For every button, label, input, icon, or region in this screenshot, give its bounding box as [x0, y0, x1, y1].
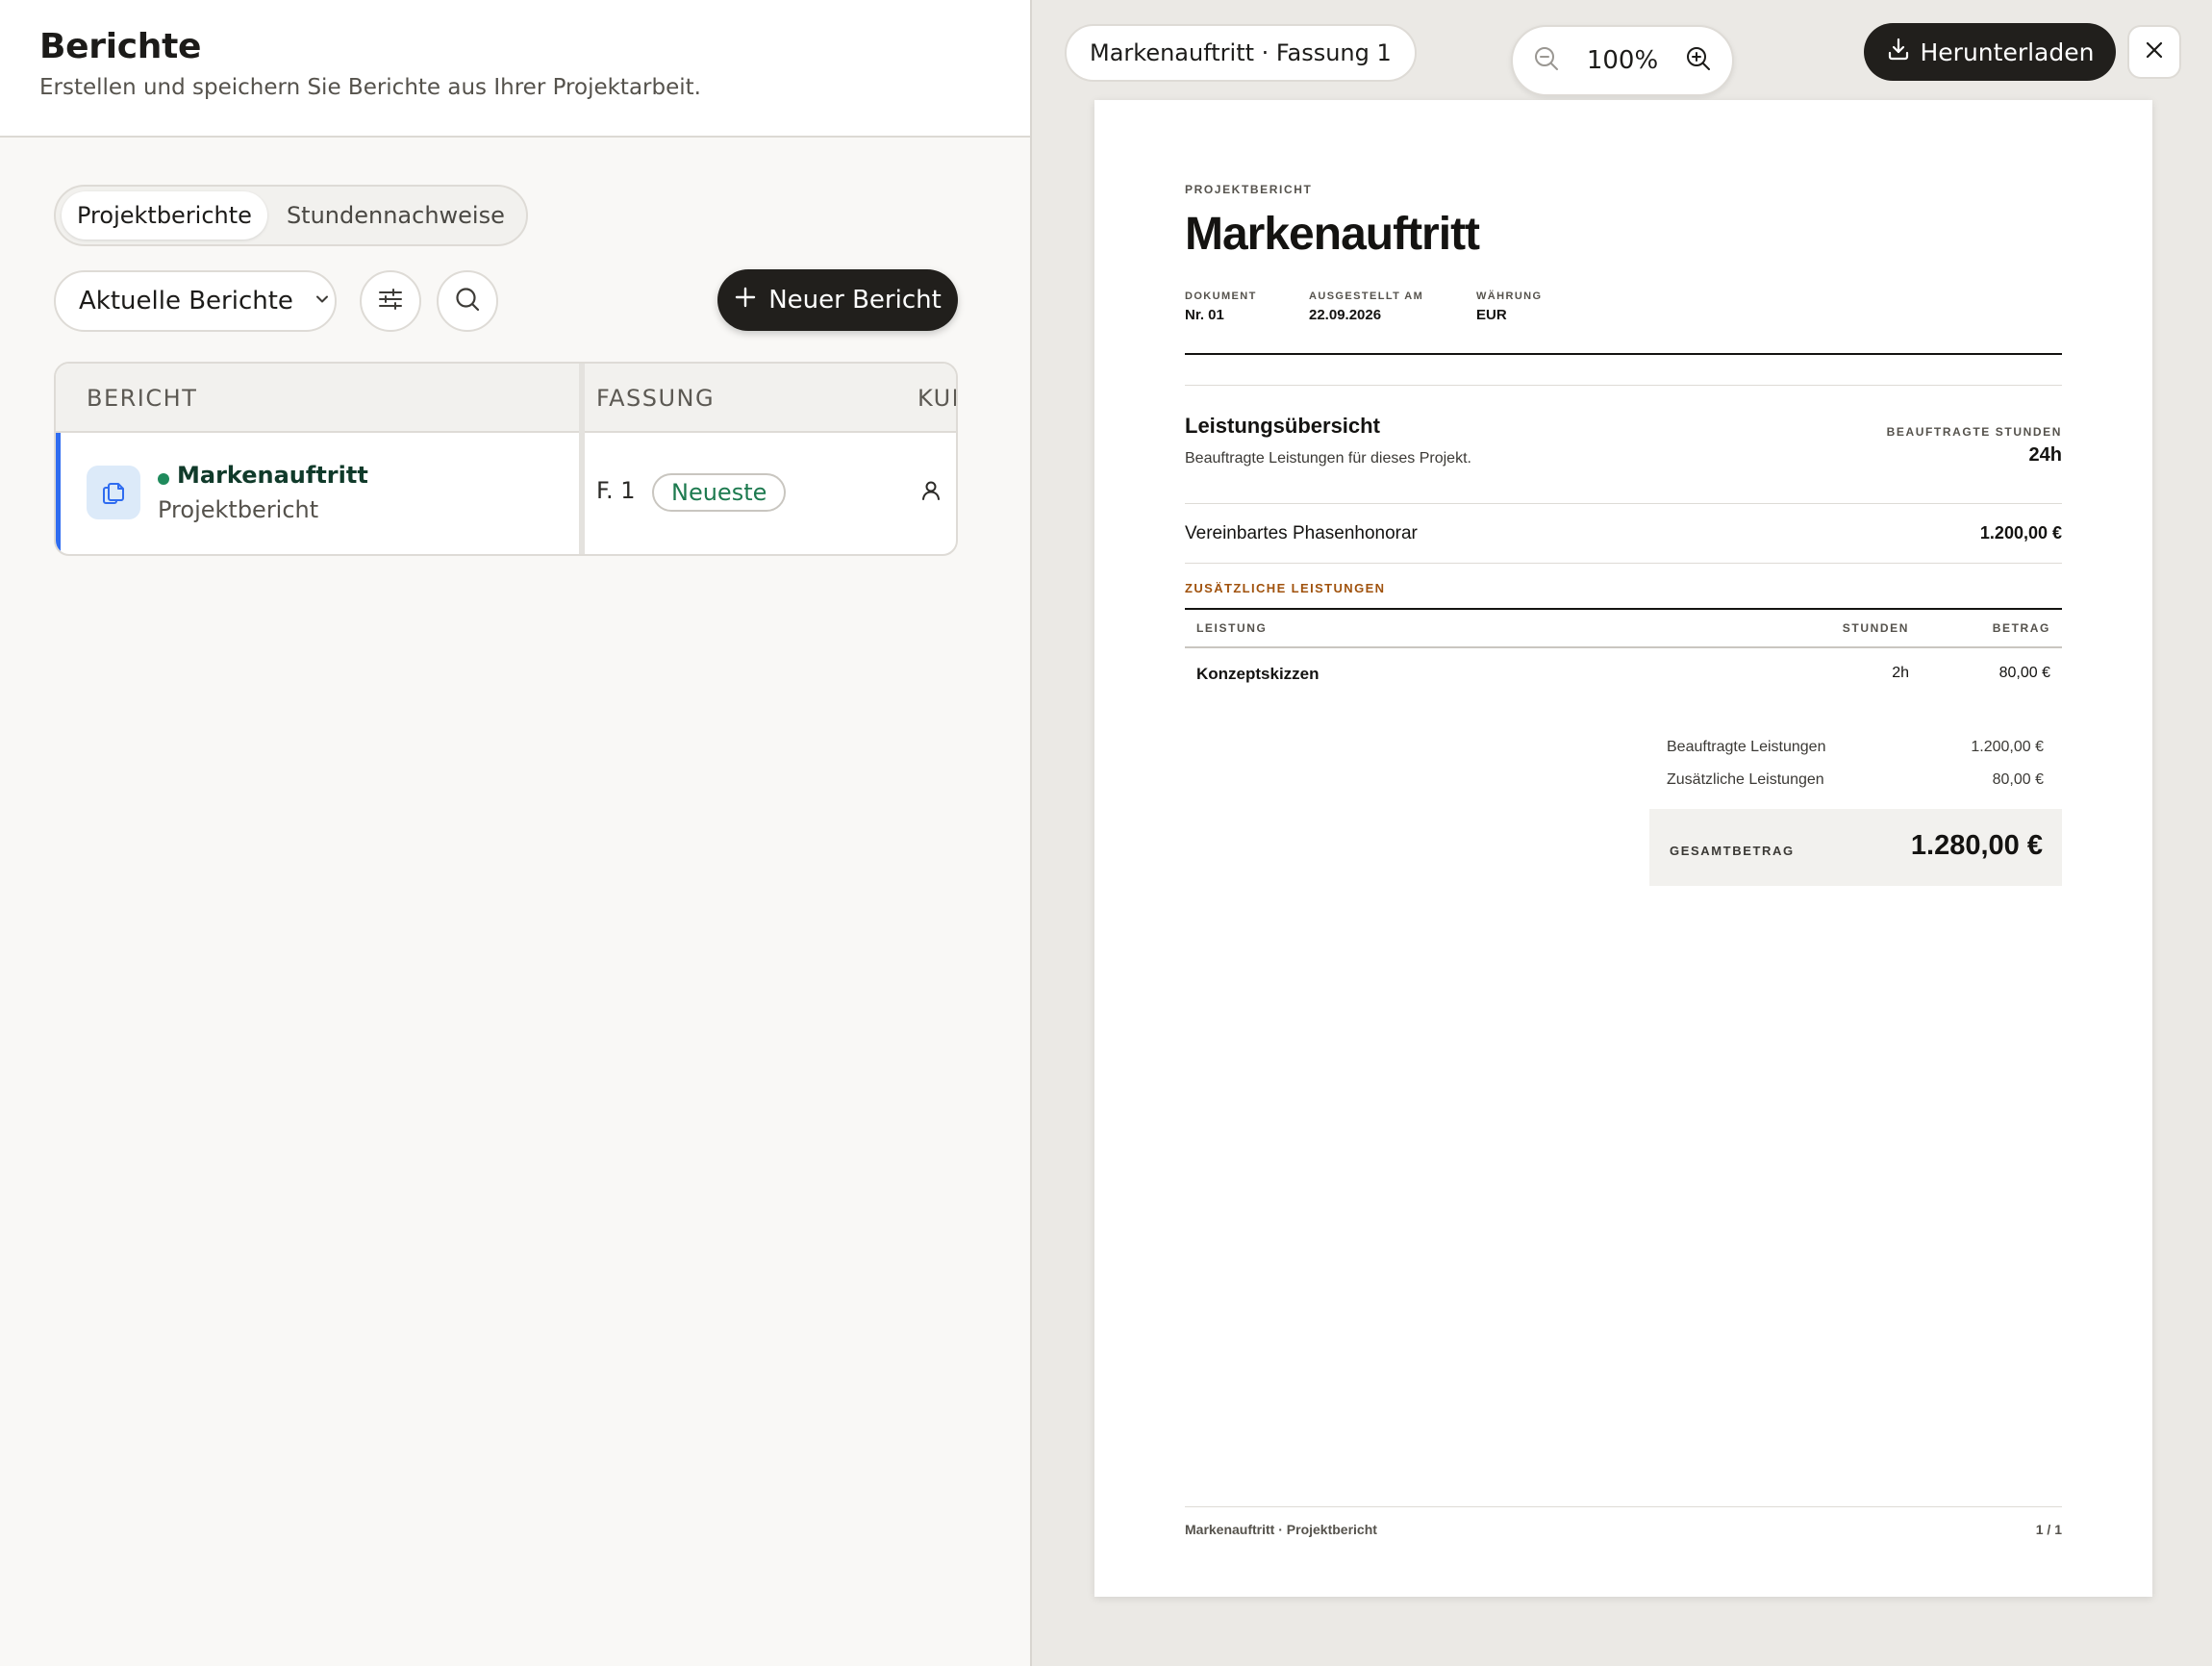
document-page: PROJEKTBERICHT Markenauftritt DOKUMENT N… [1094, 100, 2152, 1597]
add-table-amount: 80,00 € [1998, 665, 2050, 681]
column-header-bericht[interactable]: BERICHT [87, 385, 197, 412]
report-version: F. 1 [596, 477, 636, 504]
summary-label-beauftragt: Beauftragte Leistungen [1667, 739, 1826, 755]
filter-settings-button[interactable] [360, 270, 421, 332]
column-resize-handle[interactable] [579, 364, 585, 554]
column-header-fassung[interactable]: FASSUNG [596, 385, 715, 412]
additional-services-heading: ZUSÄTZLICHE LEISTUNGEN [1185, 581, 1386, 595]
fee-label: Vereinbartes Phasenhonorar [1185, 523, 1418, 543]
table-header: BERICHT FASSUNG KUN [56, 364, 956, 433]
section-subtitle: Beauftragte Leistungen für dieses Projek… [1185, 450, 1471, 467]
table-row[interactable]: Markenauftritt Projektbericht F. 1 Neues… [56, 433, 956, 554]
search-icon [453, 285, 482, 317]
summary-value-zusaetzlich: 80,00 € [1992, 771, 2044, 788]
zoom-in-icon[interactable] [1684, 44, 1713, 77]
download-icon [1886, 37, 1911, 67]
page-title: Berichte [39, 27, 202, 66]
latest-badge: Neueste [652, 473, 787, 512]
add-table-service: Konzeptskizzen [1196, 665, 1320, 683]
new-report-button[interactable]: Neuer Bericht [717, 269, 958, 331]
fee-value: 1.200,00 € [1979, 523, 2062, 543]
summary-label-zusaetzlich: Zusätzliche Leistungen [1667, 771, 1824, 788]
sliders-icon [376, 285, 405, 317]
header-rule [1185, 353, 2062, 355]
tab-projektberichte[interactable]: Projektberichte [62, 191, 267, 240]
document-title: Markenauftritt [1185, 209, 1480, 260]
row-selection-indicator [56, 433, 61, 554]
report-title[interactable]: Markenauftritt [177, 462, 368, 489]
download-button[interactable]: Herunterladen [1864, 23, 2116, 81]
total-value: 1.280,00 € [1910, 830, 2043, 861]
footer-rule [1185, 1506, 2062, 1507]
column-header-kunde[interactable]: KUN [917, 385, 956, 412]
document-footer-title: Markenauftritt · Projektbericht [1185, 1522, 1377, 1537]
hours-value: 24h [2028, 444, 2062, 466]
close-button[interactable] [2127, 25, 2181, 79]
add-table-header-stunden: STUNDEN [1842, 621, 1909, 635]
divider [1185, 503, 2062, 504]
zoom-level: 100% [1586, 46, 1659, 75]
reports-table: BERICHT FASSUNG KUN Markenauftritt Proje… [54, 362, 958, 556]
meta-value-ausgestellt: 22.09.2026 [1309, 307, 1382, 323]
document-version-chip[interactable]: Markenauftritt · Fassung 1 [1065, 24, 1417, 82]
status-dot [158, 473, 169, 485]
zoom-out-icon[interactable] [1532, 44, 1561, 77]
meta-label-waehrung: WÄHRUNG [1476, 290, 1543, 302]
page-number: 1 / 1 [2035, 1522, 2062, 1537]
reports-panel: Berichte Erstellen und speichern Sie Ber… [0, 0, 1030, 1666]
plus-icon [734, 286, 757, 316]
add-table-hours: 2h [1892, 665, 1909, 681]
download-label: Herunterladen [1920, 38, 2095, 66]
new-report-label: Neuer Bericht [768, 286, 942, 315]
divider [1185, 563, 2062, 564]
report-type: Projektbericht [158, 496, 319, 523]
divider [1185, 385, 2062, 386]
section-title: Leistungsübersicht [1185, 414, 1380, 438]
table-top-rule [1185, 608, 2062, 610]
total-box: GESAMTBETRAG 1.280,00 € [1649, 809, 2062, 886]
report-type-tabs: Projektberichte Stundennachweise [54, 185, 528, 246]
preview-panel: Markenauftritt · Fassung 1 100% Herunter… [1030, 0, 2212, 1666]
filter-select-value: Aktuelle Berichte [79, 287, 293, 316]
tab-stundennachweise[interactable]: Stundennachweise [271, 191, 520, 240]
report-filter-select[interactable]: Aktuelle Berichte [54, 270, 337, 332]
document-kicker: PROJEKTBERICHT [1185, 183, 1313, 196]
hours-label: BEAUFTRAGTE STUNDEN [1886, 425, 2062, 439]
search-button[interactable] [437, 270, 498, 332]
document-copy-icon [87, 466, 140, 519]
meta-value-waehrung: EUR [1476, 307, 1507, 323]
person-icon [919, 479, 943, 506]
add-table-header-leistung: LEISTUNG [1196, 621, 1268, 635]
page-subtitle: Erstellen und speichern Sie Berichte aus… [39, 75, 701, 100]
panel-header: Berichte Erstellen und speichern Sie Ber… [0, 0, 1030, 138]
summary-value-beauftragt: 1.200,00 € [1971, 739, 2044, 755]
zoom-control: 100% [1511, 25, 1734, 96]
add-table-header-betrag: BETRAG [1992, 621, 2050, 635]
chevron-down-icon [313, 287, 332, 316]
meta-label-dokument: DOKUMENT [1185, 290, 1257, 302]
meta-value-dokument: Nr. 01 [1185, 307, 1224, 323]
meta-label-ausgestellt: AUSGESTELLT AM [1309, 290, 1424, 302]
table-header-rule [1185, 646, 2062, 648]
close-icon [2143, 38, 2166, 65]
total-label: GESAMTBETRAG [1670, 844, 1795, 858]
